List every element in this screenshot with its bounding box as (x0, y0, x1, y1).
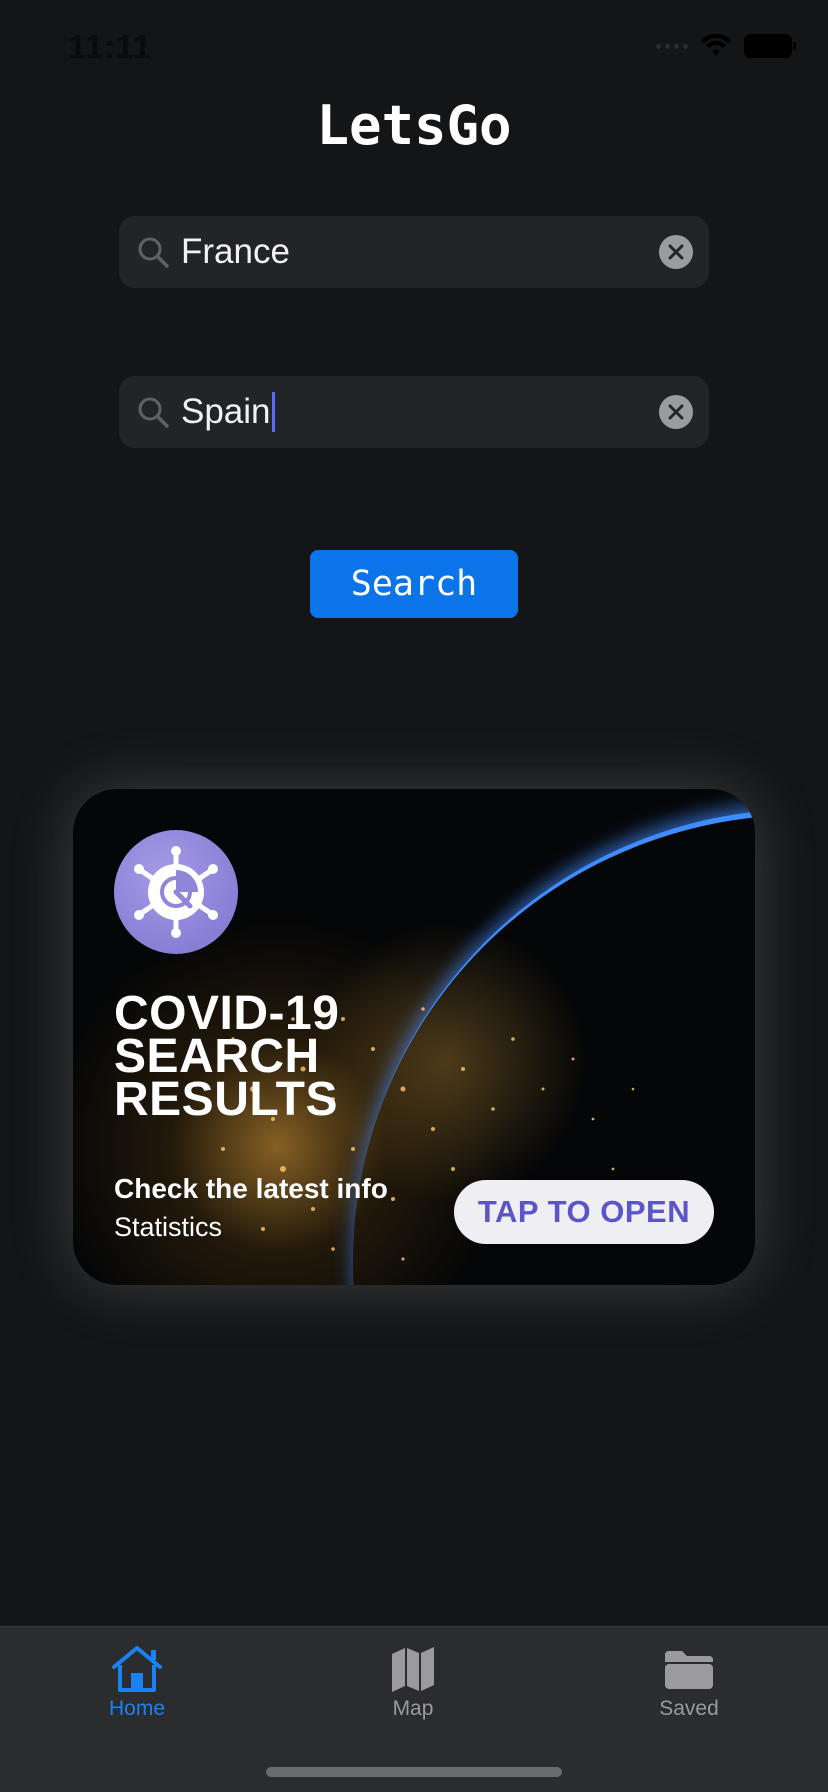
origin-search-field[interactable]: France (119, 216, 709, 288)
tap-to-open-button[interactable]: TAP TO OPEN (454, 1180, 714, 1244)
app-screen: 11:11 LetsGo France Spain Search COVID-1… (0, 0, 828, 1792)
tab-map[interactable]: Map (343, 1645, 483, 1721)
banner-subtitle: Check the latest info (114, 1173, 388, 1204)
covid-banner-card[interactable]: COVID-19 SEARCH RESULTS Check the latest… (73, 789, 755, 1285)
close-icon (668, 404, 684, 420)
tab-home[interactable]: Home (67, 1645, 207, 1721)
banner-title-line: RESULTS (114, 1073, 338, 1126)
app-title: LetsGo (316, 94, 512, 157)
tab-saved-label: Saved (659, 1697, 719, 1720)
tab-saved[interactable]: Saved (619, 1645, 759, 1721)
status-indicators (656, 34, 796, 58)
destination-search-value: Spain (181, 392, 271, 431)
banner-title-line: COVID-19 (114, 987, 340, 1040)
wifi-icon (701, 34, 731, 56)
banner-title-line: SEARCH (114, 1030, 320, 1083)
search-button[interactable]: Search (310, 550, 518, 618)
destination-search-input[interactable]: Spain (181, 392, 659, 432)
tab-map-label: Map (392, 1697, 434, 1720)
banner-title: COVID-19 SEARCH RESULTS (114, 987, 340, 1126)
origin-search-input[interactable]: France (181, 232, 659, 272)
cellular-signal-icon (656, 43, 688, 49)
destination-search-field[interactable]: Spain (119, 376, 709, 448)
origin-search-value: France (181, 232, 290, 271)
status-time: 11:11 (68, 28, 152, 65)
map-icon (392, 1647, 434, 1692)
close-icon (668, 244, 684, 260)
banner-caption: Statistics (114, 1212, 223, 1242)
search-icon (138, 237, 169, 268)
virus-logo-icon (114, 830, 238, 954)
search-icon (138, 397, 169, 428)
clear-origin-button[interactable] (659, 235, 693, 269)
folder-icon (665, 1651, 713, 1689)
tab-bar: Home Map Saved (0, 1626, 828, 1792)
tab-home-label: Home (108, 1697, 166, 1720)
battery-icon (744, 34, 796, 58)
clear-destination-button[interactable] (659, 395, 693, 429)
text-cursor (271, 392, 275, 432)
home-indicator[interactable] (266, 1767, 562, 1777)
house-icon (112, 1646, 162, 1692)
